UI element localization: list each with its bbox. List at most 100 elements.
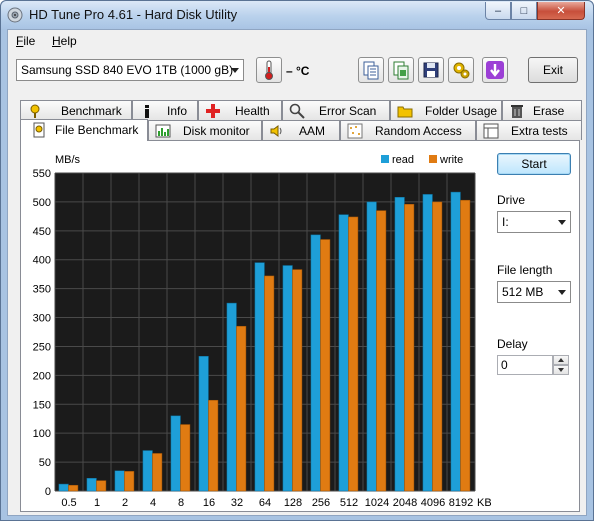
read-bar-2 — [114, 470, 125, 492]
options-icon — [453, 62, 470, 79]
tab-health[interactable]: Health — [198, 100, 282, 120]
y-tick-label: 50 — [39, 457, 51, 469]
close-icon: ✕ — [556, 5, 566, 17]
x-tick-label: 256 — [312, 497, 330, 509]
tab-extra-tests[interactable]: Extra tests — [476, 120, 582, 140]
y-axis-label: MB/s — [55, 154, 81, 166]
download-icon — [486, 61, 504, 79]
delay-label: Delay — [497, 337, 528, 351]
write-bar-1024 — [376, 210, 387, 492]
temperature-readout: – °C — [286, 64, 310, 78]
read-bar-4096 — [422, 194, 433, 492]
copy-screenshot-button[interactable] — [388, 57, 414, 83]
file-benchmark-panel: 0 50 100 150 200 250 300 350 400 450 500 550 MB/s 0.5… — [20, 140, 580, 512]
exit-button-label: Exit — [542, 63, 563, 77]
speaker-icon — [270, 125, 282, 137]
chevron-down-icon — [558, 290, 566, 295]
read-bar-128 — [282, 265, 293, 492]
read-bar-256 — [310, 234, 321, 492]
error-scan-icon — [289, 103, 305, 119]
start-button-label: Start — [521, 157, 547, 171]
menu-bar: File Help — [8, 30, 586, 52]
read-bar-16 — [198, 356, 209, 492]
file-length-select[interactable]: 512 MB — [497, 281, 571, 303]
read-bar-4 — [142, 450, 153, 492]
tab-file-benchmark[interactable]: File Benchmark — [20, 119, 148, 141]
chevron-down-icon — [231, 68, 239, 73]
chevron-down-icon — [558, 220, 566, 225]
tab-health-label: Health — [235, 104, 270, 118]
legend-swatch-write — [429, 155, 437, 163]
read-bar-1 — [86, 478, 97, 492]
x-tick-label: 32 — [231, 497, 243, 509]
x-tick-label: 1 — [94, 497, 100, 509]
erase-icon — [511, 105, 523, 118]
x-tick-label: 4 — [150, 497, 156, 509]
minimize-button[interactable]: – — [485, 2, 511, 20]
drive-select[interactable]: Samsung SSD 840 EVO 1TB (1000 gB) — [16, 59, 244, 81]
tab-random-access-label: Random Access — [375, 124, 462, 138]
x-tick-label: 512 — [340, 497, 358, 509]
close-button[interactable]: ✕ — [537, 2, 585, 20]
legend-label-read: read — [392, 154, 414, 166]
file-benchmark-icon — [33, 122, 45, 138]
y-tick-label: 350 — [33, 284, 51, 296]
x-tick-label: 0.5 — [61, 497, 76, 509]
copy-icon — [363, 61, 379, 80]
toolbar: Samsung SSD 840 EVO 1TB (1000 gB) – °C E… — [8, 52, 586, 92]
options-button[interactable] — [448, 57, 474, 83]
x-tick-label: 64 — [259, 497, 271, 509]
write-bar-4 — [152, 453, 163, 492]
exit-button[interactable]: Exit — [528, 57, 578, 83]
write-bar-128 — [292, 269, 303, 492]
read-bar-8 — [170, 415, 181, 492]
y-tick-label: 400 — [33, 255, 51, 267]
tab-folder-usage[interactable]: Folder Usage — [390, 100, 502, 120]
write-bar-64 — [264, 275, 275, 492]
legend-swatch-read — [381, 155, 389, 163]
delay-increment-button[interactable] — [553, 355, 569, 365]
save-button[interactable] — [418, 57, 444, 83]
write-bar-16 — [208, 399, 219, 492]
y-tick-label: 300 — [33, 313, 51, 325]
menu-help[interactable]: Help — [52, 34, 77, 48]
title-bar[interactable]: HD Tune Pro 4.61 - Hard Disk Utility – □… — [1, 1, 593, 29]
y-tick-label: 450 — [33, 226, 51, 238]
tab-disk-monitor[interactable]: Disk monitor — [148, 120, 262, 140]
read-bar-512 — [338, 214, 349, 492]
write-bar-4096 — [432, 201, 443, 492]
x-tick-label: 1024 — [365, 497, 389, 509]
drive-letter-select[interactable]: I: — [497, 211, 571, 233]
start-button[interactable]: Start — [497, 153, 571, 175]
info-icon — [145, 105, 149, 118]
y-tick-label: 150 — [33, 399, 51, 411]
drive-label: Drive — [497, 193, 526, 207]
delay-decrement-button[interactable] — [553, 365, 569, 375]
x-tick-label: 8192 — [449, 497, 473, 509]
y-tick-label: 200 — [33, 370, 51, 382]
tab-aam[interactable]: AAM — [262, 120, 340, 140]
maximize-button[interactable]: □ — [511, 2, 537, 20]
update-button[interactable] — [482, 57, 508, 83]
x-tick-label: 16 — [203, 497, 215, 509]
x-tick-label: 128 — [284, 497, 302, 509]
hd-tune-app-icon — [7, 7, 23, 23]
tab-random-access[interactable]: Random Access — [340, 120, 476, 140]
delay-field[interactable]: 0 — [497, 355, 553, 375]
x-tick-label: 4096 — [421, 497, 445, 509]
tab-erase-label: Erase — [533, 104, 565, 118]
tab-error-scan[interactable]: Error Scan — [282, 100, 390, 120]
tab-info[interactable]: Info — [132, 100, 198, 120]
temperature-button[interactable] — [256, 57, 282, 83]
x-tick-label: 8 — [178, 497, 184, 509]
tab-folder-usage-label: Folder Usage — [425, 104, 498, 118]
write-bar-1 — [96, 480, 107, 492]
x-axis-unit: KB — [477, 497, 491, 509]
copy-text-button[interactable] — [358, 57, 384, 83]
app-window: HD Tune Pro 4.61 - Hard Disk Utility – □… — [0, 0, 594, 521]
tab-erase[interactable]: Erase — [502, 100, 582, 120]
delay-spinner[interactable]: 0 — [497, 355, 571, 375]
tab-benchmark[interactable]: Benchmark — [20, 100, 132, 120]
menu-file[interactable]: File — [16, 34, 35, 48]
write-bar-512 — [348, 216, 359, 492]
